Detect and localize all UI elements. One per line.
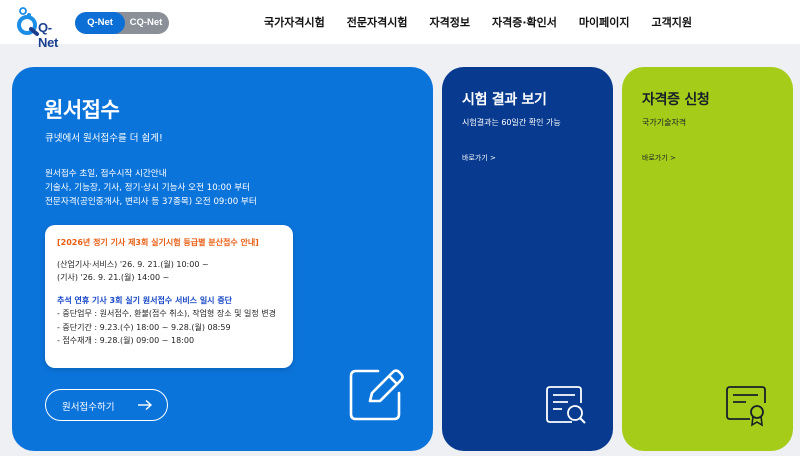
application-card: 원서접수 큐넷에서 원서접수를 더 쉽게! 원서접수 초일, 접수시작 시간안내… xyxy=(12,67,433,451)
notice-detail-line: - 중단업무 : 원서접수, 환불(접수 취소), 작업형 장소 및 일정 변경 xyxy=(57,309,276,318)
certificate-title: 자격증 신청 xyxy=(642,92,710,108)
nav-qualification-info[interactable]: 자격정보 xyxy=(430,14,470,30)
info-line: 기술사, 기능장, 기사, 정기·상시 기능사 오전 10:00 부터 xyxy=(45,183,251,193)
apply-button-label: 원서접수하기 xyxy=(62,402,115,413)
application-title: 원서접수 xyxy=(44,98,120,122)
certificate-card[interactable]: 자격증 신청 국가기술자격 바로가기 > xyxy=(622,67,793,451)
site-header: Q-Net CQ-Net Q-Net 국가자격시험 전문자격시험 자격정보 자격… xyxy=(0,0,800,50)
notice-detail-line: - 중단기간 : 9.23.(수) 18:00 ~ 9.28.(월) 08:59 xyxy=(57,322,231,332)
application-time-info: 원서접수 초일, 접수시작 시간안내 기술사, 기능장, 기사, 정기·상시 기… xyxy=(45,167,257,209)
exam-result-link[interactable]: 바로가기 > xyxy=(462,153,496,163)
notice-schedule-line: (산업기사·서비스) '26. 9. 21.(월) 10:00 ~ xyxy=(57,259,209,269)
exam-result-title: 시험 결과 보기 xyxy=(462,92,547,108)
nav-support[interactable]: 고객지원 xyxy=(652,14,692,30)
qnet-logo-icon xyxy=(17,7,39,36)
document-search-icon xyxy=(546,386,586,424)
certificate-subtitle: 국가기술자격 xyxy=(642,118,687,127)
certificate-link[interactable]: 바로가기 > xyxy=(642,153,676,163)
edit-icon xyxy=(349,369,404,421)
exam-result-card[interactable]: 시험 결과 보기 시험결과는 60일간 확인 가능 바로가기 > xyxy=(442,67,613,451)
notice-schedule-line: (기사) '26. 9. 21.(월) 14:00 ~ xyxy=(57,273,170,282)
info-line: 전문자격(공인중개사, 변리사 등 37종목) 오전 09:00 부터 xyxy=(45,197,257,207)
apply-button[interactable]: 원서접수하기 xyxy=(45,389,168,421)
site-switch: CQ-Net Q-Net xyxy=(75,12,169,34)
certificate-icon xyxy=(726,386,766,427)
arrow-right-icon xyxy=(138,399,153,411)
qnet-tab[interactable]: Q-Net xyxy=(75,12,125,34)
main-nav: 국가자격시험 전문자격시험 자격정보 자격증·확인서 마이페이지 고객지원 xyxy=(264,0,692,44)
notice-subtitle: 추석 연휴 기사 3회 실기 원서접수 서비스 일시 중단 xyxy=(57,295,233,305)
nav-national-exam[interactable]: 국가자격시험 xyxy=(264,14,325,30)
notice-detail-line: - 접수재개 : 9.28.(월) 09:00 ~ 18:00 xyxy=(57,336,195,345)
logo-text: Q-Net xyxy=(38,20,59,50)
cqnet-tab[interactable]: CQ-Net xyxy=(123,12,169,34)
exam-result-subtitle: 시험결과는 60일간 확인 가능 xyxy=(462,118,561,127)
notice-box: [2026년 정기 기사 제3회 실기시험 등급별 분산접수 안내] (산업기사… xyxy=(45,225,293,368)
nav-certificate[interactable]: 자격증·확인서 xyxy=(492,14,557,30)
nav-mypage[interactable]: 마이페이지 xyxy=(579,14,630,30)
application-subtitle: 큐넷에서 원서접수를 더 쉽게! xyxy=(45,133,163,144)
notice-title: [2026년 정기 기사 제3회 실기시험 등급별 분산접수 안내] xyxy=(57,238,259,247)
qnet-logo[interactable]: Q-Net xyxy=(10,4,68,50)
nav-professional-exam[interactable]: 전문자격시험 xyxy=(347,14,408,30)
info-line: 원서접수 초일, 접수시작 시간안내 xyxy=(45,169,167,179)
